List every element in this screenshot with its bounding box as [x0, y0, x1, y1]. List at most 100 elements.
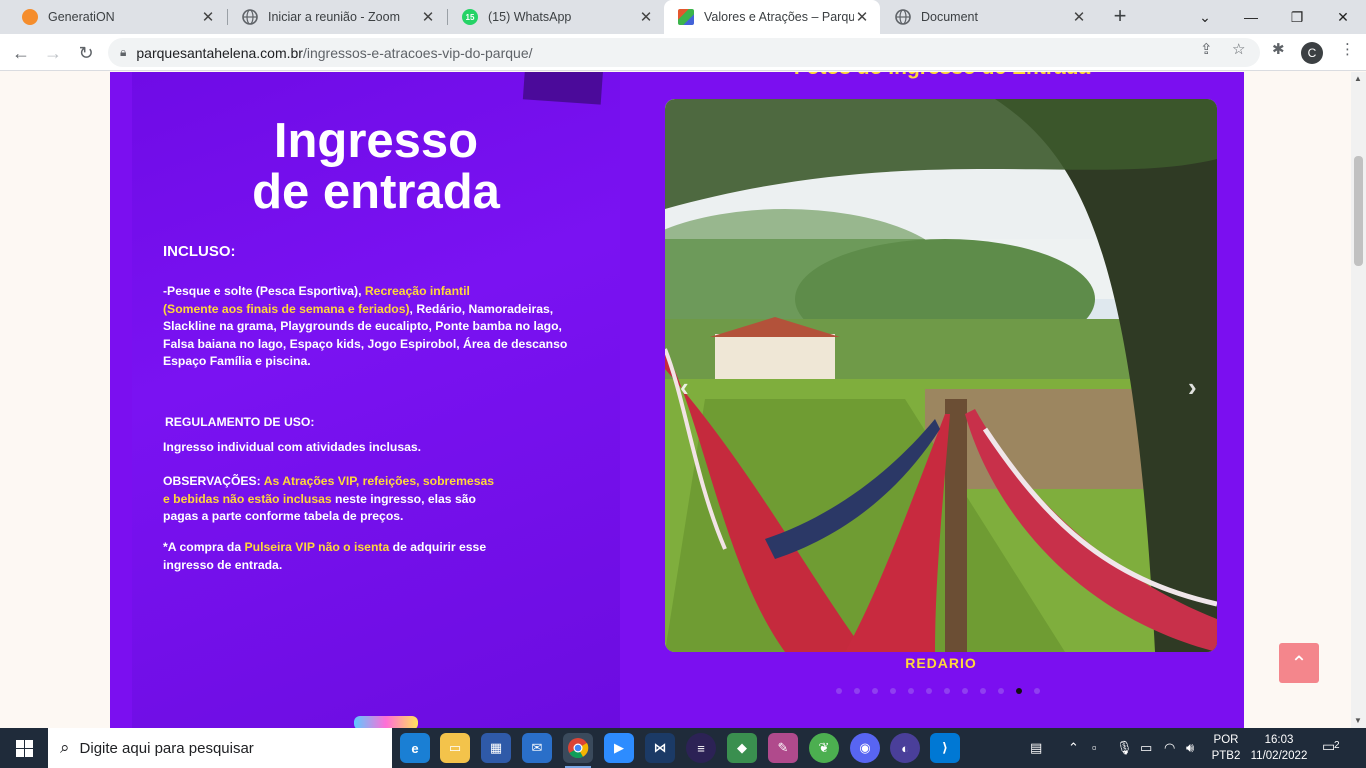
vscode-icon[interactable]: ⟩: [930, 733, 960, 763]
mail-icon[interactable]: ✉: [522, 733, 552, 763]
taskbar-clock[interactable]: 16:03 11/02/2022: [1244, 732, 1314, 764]
tab-document[interactable]: Document ✕: [881, 0, 1097, 34]
menu-icon[interactable]: ⋮: [1340, 40, 1355, 58]
scroll-down-icon[interactable]: ▼: [1354, 716, 1362, 725]
zoom-icon[interactable]: ▶: [604, 733, 634, 763]
close-icon[interactable]: ✕: [200, 8, 216, 26]
observacoes-part: pagas a parte conforme tabela de preços.: [163, 509, 404, 523]
chrome-icon[interactable]: [563, 733, 593, 768]
page-scrollbar[interactable]: ▲ ▼: [1351, 72, 1366, 728]
compra-part: ingresso de entrada.: [163, 557, 283, 572]
url-host: parquesantahelena.com.br: [136, 44, 303, 61]
back-to-top-button[interactable]: ⌃: [1279, 643, 1319, 683]
tab-title: GeneratiON: [48, 10, 115, 24]
windows-taskbar: ⌕ Digite aqui para pesquisar e ▭ ▦ ✉ ▶ ⋈…: [0, 728, 1366, 768]
tab-generation[interactable]: GeneratiON ✕: [8, 0, 226, 34]
tab-title: Valores e Atrações – Parque S: [704, 10, 854, 24]
globe-icon: [895, 9, 911, 25]
restore-button[interactable]: ❐: [1274, 0, 1320, 34]
browser-toolbar: ← → ↻ 🔒︎ parquesantahelena.com.br /ingre…: [0, 34, 1366, 71]
store-icon[interactable]: ▦: [481, 733, 511, 763]
close-icon[interactable]: ✕: [420, 8, 436, 26]
ticket-title-line2: de entrada: [252, 165, 500, 219]
scrollbar-thumb[interactable]: [1354, 156, 1363, 266]
moon-app-icon[interactable]: ◐: [890, 733, 920, 763]
compra-part: de adquirir esse: [389, 540, 487, 554]
mysql-workbench-icon[interactable]: ⋈: [645, 733, 675, 763]
page-viewport: Ingresso de entrada INCLUSO: -Pesque e s…: [0, 72, 1351, 728]
keyboard-layout: PTB2: [1211, 750, 1241, 762]
gallery-next-button[interactable]: ›: [1188, 372, 1197, 403]
bookmark-star-icon[interactable]: ☆: [1232, 40, 1245, 58]
incluso-part: Falsa baiana no lago, Espaço kids, Jogo …: [163, 336, 568, 351]
close-icon[interactable]: ✕: [1071, 8, 1087, 26]
volume-icon[interactable]: 🔊︎: [1186, 740, 1194, 756]
gallery-dot[interactable]: [890, 688, 896, 694]
gallery-dot[interactable]: [980, 688, 986, 694]
close-icon[interactable]: ✕: [638, 8, 654, 26]
keyboard-icon[interactable]: ▤: [1030, 740, 1042, 756]
hammock-photo: [665, 99, 1217, 652]
reload-button[interactable]: ↻: [73, 40, 99, 66]
gallery-slide-hammocks[interactable]: [665, 99, 1217, 652]
url-path: /ingressos-e-atracoes-vip-do-parque/: [302, 44, 533, 61]
tab-zoom[interactable]: Iniciar a reunião - Zoom ✕: [228, 0, 446, 34]
lock-icon[interactable]: 🔒︎: [120, 45, 126, 60]
paint-icon[interactable]: ✎: [768, 733, 798, 763]
tab-title: Document: [921, 10, 978, 24]
scroll-up-icon[interactable]: ▲: [1354, 74, 1362, 83]
forward-button[interactable]: →: [40, 40, 66, 66]
gallery-dot[interactable]: [944, 688, 950, 694]
gallery-prev-button[interactable]: ‹: [680, 372, 689, 403]
language-code: POR: [1213, 734, 1239, 746]
tab-whatsapp[interactable]: 15 (15) WhatsApp ✕: [448, 0, 664, 34]
gallery-dot[interactable]: [872, 688, 878, 694]
gallery-dot[interactable]: [1016, 688, 1022, 694]
new-tab-button[interactable]: +: [1108, 4, 1132, 28]
tab-search-icon[interactable]: ⌄: [1182, 0, 1228, 34]
compra-highlight: Pulseira VIP: [244, 540, 315, 554]
notification-icon[interactable]: ▭: [1322, 738, 1344, 758]
file-explorer-icon[interactable]: ▭: [440, 733, 470, 763]
close-icon[interactable]: ✕: [854, 8, 870, 26]
tray-expand-icon[interactable]: ⌃: [1068, 740, 1079, 756]
gallery-dot[interactable]: [1034, 688, 1040, 694]
extensions-icon[interactable]: ✱: [1272, 40, 1285, 58]
start-button[interactable]: [0, 728, 48, 768]
clock-time: 16:03: [1264, 734, 1294, 746]
profile-avatar[interactable]: C: [1301, 42, 1323, 64]
windows-logo-icon: [15, 739, 33, 757]
taskbar-search[interactable]: ⌕ Digite aqui para pesquisar: [48, 728, 392, 768]
ticket-title-line1: Ingresso: [273, 114, 479, 168]
back-button[interactable]: ←: [8, 40, 34, 66]
wifi-icon[interactable]: ◠: [1164, 740, 1175, 756]
incluso-highlight: Recreação infantil: [364, 284, 470, 298]
close-window-button[interactable]: ✕: [1320, 0, 1366, 34]
observacoes-highlight: e bebidas não estão inclusas: [163, 491, 332, 506]
gallery-dot[interactable]: [854, 688, 860, 694]
share-icon[interactable]: ⇪: [1200, 40, 1213, 58]
gallery-dot[interactable]: [836, 688, 842, 694]
minimize-button[interactable]: —: [1228, 0, 1274, 34]
incluso-part: ,: [358, 284, 365, 298]
language-indicator[interactable]: POR PTB2: [1208, 732, 1244, 764]
device-icon[interactable]: ▫: [1092, 740, 1097, 755]
park-logo-icon: [678, 9, 694, 25]
gallery-dot[interactable]: [908, 688, 914, 694]
microphone-icon[interactable]: 🎙︎: [1116, 740, 1133, 756]
edge-icon[interactable]: e: [400, 733, 430, 763]
ticket-info-card: Ingresso de entrada INCLUSO: -Pesque e s…: [132, 72, 620, 728]
tab-valores-atracoes[interactable]: Valores e Atrações – Parque S ✕: [664, 0, 880, 34]
gallery-dot[interactable]: [926, 688, 932, 694]
gallery-dot[interactable]: [962, 688, 968, 694]
incluso-part: Espaço Família: [163, 354, 252, 368]
tab-title: (15) WhatsApp: [488, 10, 572, 24]
spring-icon[interactable]: ❦: [809, 733, 839, 763]
eclipse-icon[interactable]: ≡: [686, 733, 716, 763]
address-bar[interactable]: 🔒︎ parquesantahelena.com.br /ingressos-e…: [108, 38, 1260, 67]
compra-highlight: não o isenta: [318, 540, 390, 554]
git-icon[interactable]: ◆: [727, 733, 757, 763]
battery-icon[interactable]: ▭: [1140, 740, 1152, 756]
discord-icon[interactable]: ◉: [850, 733, 880, 763]
gallery-dot[interactable]: [998, 688, 1004, 694]
